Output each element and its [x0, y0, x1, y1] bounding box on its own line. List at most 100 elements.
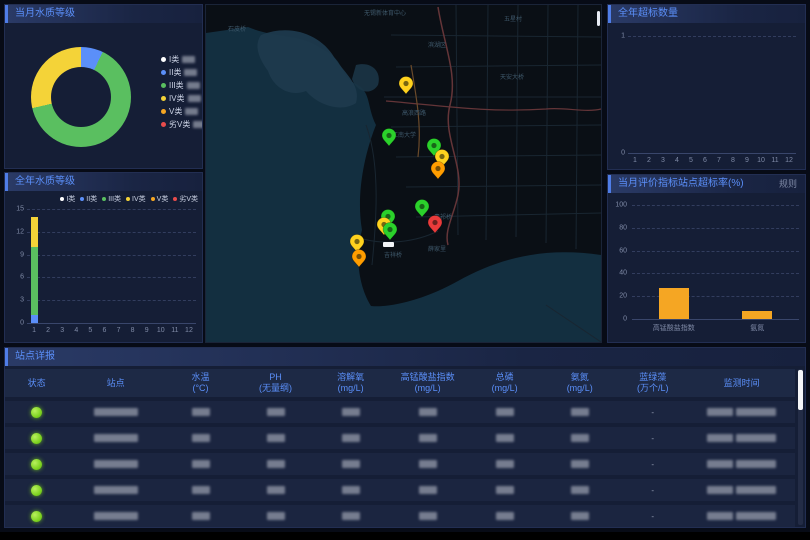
legend-item[interactable]: I类	[161, 53, 203, 66]
x-tick-label: 4	[74, 327, 78, 334]
table-header-cell: 状态	[5, 378, 68, 389]
y-tick-label: 0	[609, 150, 625, 157]
table-cell	[467, 486, 542, 494]
legend-item[interactable]: II类	[80, 194, 97, 204]
table-cell: -	[617, 408, 688, 417]
gridline	[632, 205, 799, 206]
table-cell	[542, 408, 617, 416]
legend-dot	[126, 197, 130, 201]
x-tick-label: 5	[88, 327, 92, 334]
column-unit: (mg/L)	[388, 383, 467, 394]
column-name: 高锰酸盐指数	[388, 372, 467, 383]
x-tick-label: 1	[633, 157, 637, 164]
algae-value: -	[651, 434, 654, 443]
table-cell	[688, 512, 795, 520]
legend-dot	[161, 96, 166, 101]
year-exceed-chart[interactable]: 10123456789101112	[628, 36, 796, 153]
table-header-cell: 监测时间	[688, 378, 795, 389]
table-cell	[313, 512, 388, 520]
legend-item[interactable]: 劣V类	[161, 118, 203, 131]
table-scrollbar-thumb[interactable]	[798, 370, 803, 410]
legend-item[interactable]: III类	[102, 194, 121, 204]
table-cell: -	[617, 512, 688, 521]
table-header-cell: 站点	[68, 378, 163, 389]
status-indicator	[31, 485, 42, 496]
table-cell	[688, 408, 795, 416]
legend-item[interactable]: IV类	[161, 92, 203, 105]
masked-value	[192, 434, 210, 442]
masked-value	[192, 460, 210, 468]
legend-dot	[80, 197, 84, 201]
masked-date	[707, 460, 733, 468]
masked-value	[187, 82, 200, 89]
year-quality-chart[interactable]: 03691215123456789101112	[27, 209, 196, 323]
y-tick-label: 12	[8, 228, 24, 235]
legend-label: 劣V类	[169, 119, 190, 130]
stacked-bar-segment[interactable]	[31, 247, 38, 315]
y-tick-label: 60	[611, 247, 627, 254]
masked-value	[267, 434, 285, 442]
table-cell	[68, 434, 163, 442]
column-name: 蓝绿藻	[617, 372, 688, 383]
column-name: PH	[238, 372, 313, 383]
table-cell	[163, 512, 238, 520]
table-row[interactable]: -	[5, 453, 795, 475]
legend-label: III类	[169, 80, 184, 91]
table-cell	[542, 486, 617, 494]
legend-item[interactable]: V类	[151, 194, 169, 204]
legend-item[interactable]: 劣V类	[173, 194, 198, 204]
legend-item[interactable]: II类	[161, 66, 203, 79]
map-place-label: 五星村	[504, 15, 522, 23]
gridline	[632, 228, 799, 229]
masked-value	[496, 434, 514, 442]
stacked-bar-segment[interactable]	[31, 315, 38, 323]
masked-value	[342, 434, 360, 442]
masked-value	[94, 460, 138, 468]
column-name: 监测时间	[688, 378, 795, 389]
legend-item[interactable]: I类	[60, 194, 75, 204]
donut-legend: I类II类III类IV类V类劣V类	[161, 53, 203, 131]
table-row[interactable]: -	[5, 479, 795, 501]
column-name: 氨氮	[542, 372, 617, 383]
column-unit: (°C)	[163, 383, 238, 394]
rate-bar[interactable]	[659, 288, 689, 319]
column-name: 水温	[163, 372, 238, 383]
table-cell	[163, 460, 238, 468]
legend-item[interactable]: III类	[161, 79, 203, 92]
rate-bar[interactable]	[742, 311, 772, 319]
legend-label: I类	[169, 54, 179, 65]
legend-item[interactable]: IV类	[126, 194, 146, 204]
stacked-bar-segment[interactable]	[31, 217, 38, 247]
legend-dot	[161, 70, 166, 75]
table-row[interactable]: -	[5, 401, 795, 423]
masked-value	[496, 408, 514, 416]
rules-link[interactable]: 规则	[779, 175, 797, 193]
y-tick-label: 80	[611, 224, 627, 231]
x-axis-line	[632, 319, 799, 320]
masked-value	[188, 95, 201, 102]
map-panel[interactable]: 石皮桥无锡新体育中心滨湖区五星村天安大桥高浪西路江南大学青祁桥薛家里吉祥桥	[205, 4, 602, 343]
x-tick-label: 9	[145, 327, 149, 334]
masked-value	[182, 56, 195, 63]
table-row[interactable]: -	[5, 427, 795, 449]
table-cell	[163, 408, 238, 416]
masked-value	[342, 408, 360, 416]
table-cell	[388, 460, 467, 468]
masked-value	[419, 408, 437, 416]
table-row[interactable]: -	[5, 505, 795, 527]
masked-value	[267, 460, 285, 468]
table-header-cell: 高锰酸盐指数(mg/L)	[388, 372, 467, 394]
map-scrollbar-thumb[interactable]	[597, 11, 600, 26]
map-canvas[interactable]: 石皮桥无锡新体育中心滨湖区五星村天安大桥高浪西路江南大学青祁桥薛家里吉祥桥	[206, 5, 601, 347]
table-cell	[313, 460, 388, 468]
map-place-label: 石皮桥	[228, 25, 246, 33]
table-cell	[388, 512, 467, 520]
legend-item[interactable]: V类	[161, 105, 203, 118]
x-tick-label: 11	[171, 327, 178, 334]
masked-value	[496, 512, 514, 520]
month-rate-chart[interactable]: 020406080100高锰酸盐指数氨氮	[632, 205, 799, 319]
legend-label: 劣V类	[179, 194, 198, 204]
masked-value	[267, 512, 285, 520]
table-header-cell: 总磷(mg/L)	[467, 372, 542, 394]
map-svg[interactable]: 石皮桥无锡新体育中心滨湖区五星村天安大桥高浪西路江南大学青祁桥薛家里吉祥桥	[206, 5, 601, 342]
